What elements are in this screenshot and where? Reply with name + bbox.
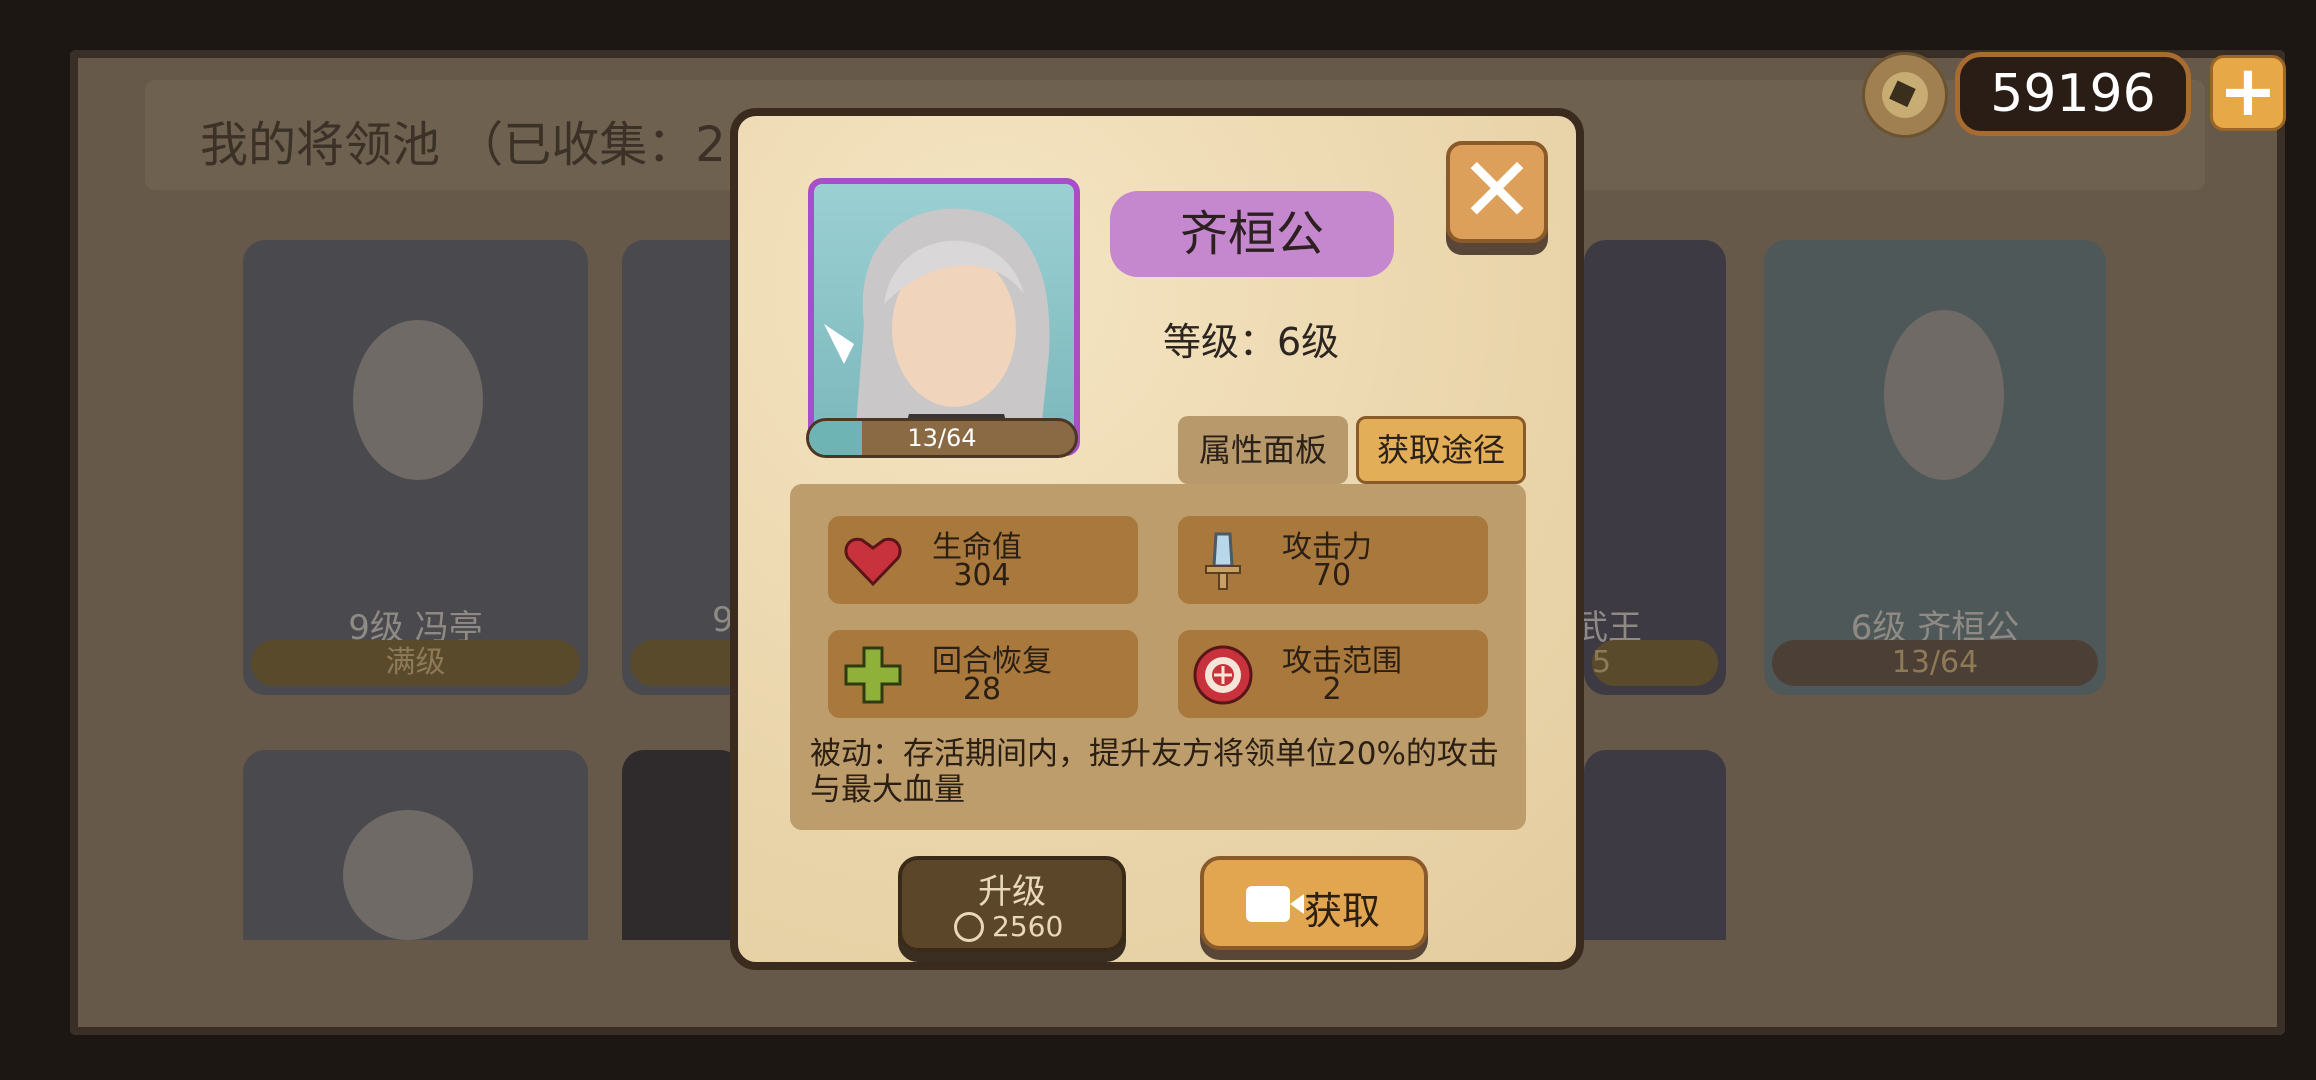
obtain-button[interactable]: 获取 xyxy=(1200,856,1428,950)
general-name: 齐桓公 xyxy=(1110,191,1394,277)
general-portrait xyxy=(808,178,1080,456)
card-progress-bar: 5 xyxy=(1592,640,1718,686)
stat-attack: 攻击力 70 xyxy=(1178,516,1488,604)
general-portrait xyxy=(353,320,483,480)
coin-count: 59196 xyxy=(1955,52,2191,136)
heart-icon xyxy=(844,537,902,587)
card-progress-bar: 满级 xyxy=(251,640,580,686)
obtain-label: 获取 xyxy=(1304,889,1381,933)
passive-skill-text: 被动：存活期间内，提升友方将领单位20%的攻击与最大血量 xyxy=(810,736,1499,808)
upgrade-button[interactable]: 升级 2560 xyxy=(898,856,1126,952)
stat-hp: 生命值 304 xyxy=(828,516,1138,604)
general-card-fengting[interactable]: 9级 冯亭 满级 xyxy=(243,240,588,695)
tab-obtain-methods[interactable]: 获取途径 xyxy=(1356,416,1526,484)
stat-value: 28 xyxy=(962,672,1002,707)
video-icon xyxy=(1246,886,1304,922)
pool-title: 我的将领池 （已收集：2 xyxy=(200,117,726,173)
general-card[interactable] xyxy=(243,750,588,940)
general-level: 等级：6级 xyxy=(1163,320,1340,364)
upgrade-label: 升级 xyxy=(978,872,1046,912)
stat-range: 攻击范围 2 xyxy=(1178,630,1488,718)
general-card-qihuangong[interactable]: 6级 齐桓公 13/64 xyxy=(1764,240,2106,695)
xp-progress-text: 13/64 xyxy=(907,424,977,452)
add-coins-button[interactable]: + xyxy=(2210,55,2286,131)
general-detail-dialog: 13/64 齐桓公 ✕ 等级：6级 属性面板 获取途径 生命值 304 攻击力 … xyxy=(730,108,1584,970)
stat-regen: 回合恢复 28 xyxy=(828,630,1138,718)
general-portrait xyxy=(1884,310,2004,480)
card-progress-bar: 13/64 xyxy=(1772,640,2098,686)
stat-value: 304 xyxy=(953,558,1011,593)
target-icon xyxy=(1193,645,1253,705)
general-portrait xyxy=(343,810,473,940)
coin-icon xyxy=(954,912,984,942)
close-button[interactable]: ✕ xyxy=(1446,141,1548,243)
stats-panel: 生命值 304 攻击力 70 回合恢复 28 攻击范围 2 被动：存活期间内，提… xyxy=(790,484,1526,830)
general-card[interactable] xyxy=(622,750,742,940)
xp-progress-bar: 13/64 xyxy=(806,418,1078,458)
plus-icon xyxy=(844,646,902,704)
tab-attributes[interactable]: 属性面板 xyxy=(1178,416,1348,484)
general-card-wuwang[interactable]: 武王 5 xyxy=(1584,240,1726,695)
stat-value: 2 xyxy=(1322,672,1342,707)
general-card[interactable] xyxy=(1584,750,1726,940)
sword-icon xyxy=(1205,532,1241,590)
upgrade-cost: 2560 xyxy=(992,910,1064,943)
stat-value: 70 xyxy=(1312,558,1352,593)
